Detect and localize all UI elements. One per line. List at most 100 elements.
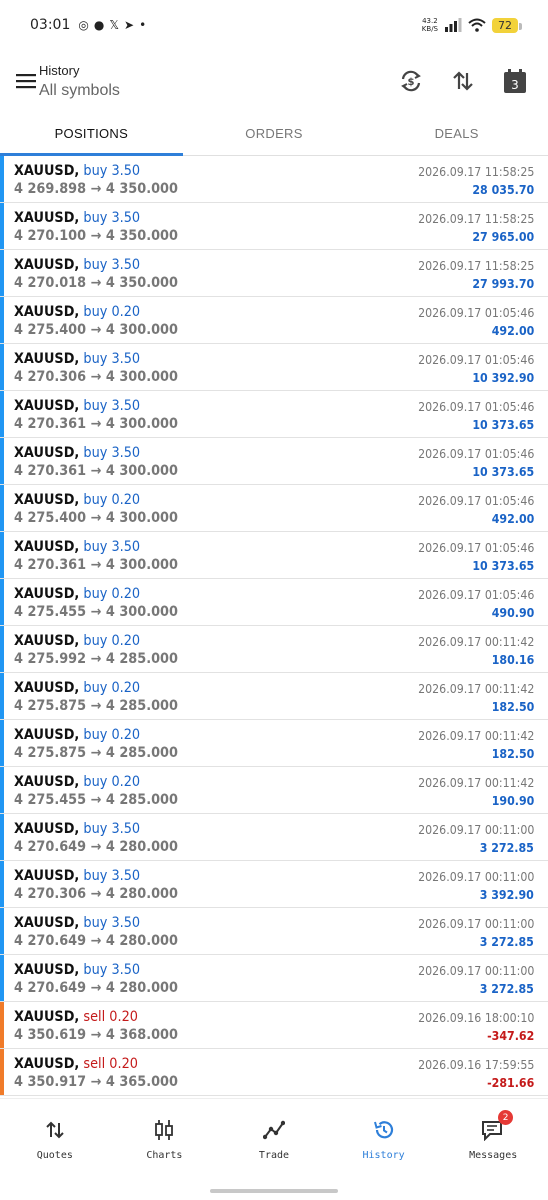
position-row[interactable]: XAUUSD, buy 0.20 4 275.455 → 4 285.000 202… — [0, 767, 548, 814]
position-row[interactable]: XAUUSD, sell 0.20 4 350.619 → 4 368.000 20… — [0, 1002, 548, 1049]
nav-trade-icon-wrap — [262, 1117, 285, 1143]
position-row[interactable]: XAUUSD, buy 0.20 4 275.400 → 4 300.000 202… — [0, 485, 548, 532]
trade-icon — [262, 1120, 285, 1140]
position-direction: buy 3.50 — [83, 539, 141, 555]
status-bar: 03:01 ◎ ● 𝕏 ➤ • 43.2 KB/S 72 — [0, 0, 548, 50]
position-row[interactable]: XAUUSD, buy 3.50 4 270.100 → 4 350.000 202… — [0, 203, 548, 250]
position-title: XAUUSD, buy 0.20 — [14, 492, 140, 508]
position-prices: 4 275.992 → 4 285.000 — [14, 651, 178, 667]
position-symbol: XAUUSD, — [14, 586, 80, 602]
position-time: 2026.09.17 01:05:46 — [417, 588, 534, 602]
direction-bar — [0, 814, 4, 860]
position-direction: buy 3.50 — [83, 868, 141, 884]
position-prices: 4 275.455 → 4 285.000 — [14, 792, 178, 808]
position-row[interactable]: XAUUSD, buy 0.20 4 275.875 → 4 285.000 202… — [0, 720, 548, 767]
direction-bar — [0, 297, 4, 343]
x-icon: 𝕏 — [109, 18, 119, 32]
position-symbol: XAUUSD, — [14, 1009, 80, 1025]
nav-charts-icon-wrap — [153, 1117, 175, 1143]
position-row[interactable]: XAUUSD, buy 3.50 4 270.361 → 4 300.000 202… — [0, 391, 548, 438]
position-row[interactable]: XAUUSD, buy 3.50 4 270.649 → 4 280.000 202… — [0, 955, 548, 1002]
position-symbol: XAUUSD, — [14, 727, 80, 743]
position-row[interactable]: XAUUSD, buy 3.50 4 269.898 → 4 350.000 202… — [0, 156, 548, 203]
direction-bar — [0, 250, 4, 296]
direction-bar — [0, 203, 4, 249]
status-time: 03:01 — [30, 17, 71, 33]
charts-icon — [155, 1120, 174, 1140]
battery-indicator: 72 — [492, 17, 522, 33]
position-direction: buy 3.50 — [83, 210, 141, 226]
position-time: 2026.09.17 01:05:46 — [417, 447, 534, 461]
position-row[interactable]: XAUUSD, buy 3.50 4 270.361 → 4 300.000 202… — [0, 532, 548, 579]
position-profit: 492.00 — [491, 512, 534, 526]
position-profit: 3 272.85 — [479, 935, 534, 949]
position-symbol: XAUUSD, — [14, 774, 80, 790]
symbol-filter[interactable]: All symbols — [39, 82, 120, 100]
position-row[interactable]: XAUUSD, buy 3.50 4 270.649 → 4 280.000 202… — [0, 814, 548, 861]
calendar-icon: 3 — [504, 69, 526, 93]
position-direction: buy 3.50 — [83, 163, 141, 179]
position-profit: 182.50 — [491, 747, 534, 761]
position-row[interactable]: XAUUSD, sell 0.20 4 350.917 → 4 365.000 20… — [0, 1049, 548, 1096]
title-block[interactable]: History All symbols — [39, 63, 120, 100]
direction-bar — [0, 908, 4, 954]
position-time: 2026.09.17 00:11:42 — [417, 729, 534, 743]
position-row[interactable]: XAUUSD, buy 0.20 4 275.992 → 4 285.000 202… — [0, 626, 548, 673]
position-time: 2026.09.17 11:58:25 — [417, 259, 534, 273]
nav-charts[interactable]: Charts — [110, 1099, 220, 1178]
position-title: XAUUSD, buy 3.50 — [14, 257, 140, 273]
app-bar: History All symbols $ 3 — [0, 50, 548, 112]
position-row[interactable]: XAUUSD, buy 3.50 4 270.018 → 4 350.000 202… — [0, 250, 548, 297]
network-speed-unit: KB/S — [421, 25, 438, 33]
position-row[interactable]: XAUUSD, buy 3.50 4 270.361 → 4 300.000 202… — [0, 438, 548, 485]
position-prices: 4 275.875 → 4 285.000 — [14, 698, 178, 714]
position-profit: 190.90 — [491, 794, 534, 808]
nav-trade[interactable]: Trade — [219, 1099, 329, 1178]
position-symbol: XAUUSD, — [14, 1056, 80, 1072]
tab-positions[interactable]: POSITIONS — [0, 112, 183, 156]
app-actions: $ 3 — [394, 64, 532, 98]
position-row[interactable]: XAUUSD, buy 3.50 4 270.649 → 4 280.000 202… — [0, 908, 548, 955]
nav-messages[interactable]: 2 Messages — [438, 1099, 548, 1178]
position-prices: 4 270.100 → 4 350.000 — [14, 228, 178, 244]
nav-history[interactable]: History — [329, 1099, 439, 1178]
position-profit: -347.62 — [486, 1029, 534, 1043]
position-prices: 4 270.018 → 4 350.000 — [14, 275, 178, 291]
position-title: XAUUSD, buy 3.50 — [14, 539, 140, 555]
nav-charts-label: Charts — [146, 1150, 183, 1161]
sort-button[interactable] — [446, 64, 480, 98]
position-direction: buy 3.50 — [83, 821, 141, 837]
calendar-button[interactable]: 3 — [498, 64, 532, 98]
currency-exchange-icon: $ — [401, 70, 421, 92]
direction-bar — [0, 767, 4, 813]
position-title: XAUUSD, buy 0.20 — [14, 774, 140, 790]
position-symbol: XAUUSD, — [14, 304, 80, 320]
position-profit: 27 965.00 — [472, 230, 534, 244]
tab-deals[interactable]: DEALS — [365, 112, 548, 155]
position-time: 2026.09.17 00:11:42 — [417, 776, 534, 790]
currency-exchange-button[interactable]: $ — [394, 64, 428, 98]
position-time: 2026.09.17 11:58:25 — [417, 165, 534, 179]
tab-orders[interactable]: ORDERS — [183, 112, 366, 155]
position-title: XAUUSD, buy 0.20 — [14, 304, 140, 320]
direction-bar — [0, 532, 4, 578]
position-symbol: XAUUSD, — [14, 821, 80, 837]
position-row[interactable]: XAUUSD, buy 3.50 4 270.306 → 4 280.000 202… — [0, 861, 548, 908]
position-prices: 4 275.400 → 4 300.000 — [14, 322, 178, 338]
position-symbol: XAUUSD, — [14, 163, 80, 179]
position-row[interactable]: XAUUSD, buy 0.20 4 275.400 → 4 300.000 202… — [0, 297, 548, 344]
position-prices: 4 270.649 → 4 280.000 — [14, 980, 178, 996]
position-profit: 3 392.90 — [479, 888, 534, 902]
positions-list[interactable]: XAUUSD, buy 3.50 4 269.898 → 4 350.000 202… — [0, 156, 548, 1098]
position-row[interactable]: XAUUSD, buy 0.20 4 275.875 → 4 285.000 202… — [0, 673, 548, 720]
position-profit: 10 373.65 — [472, 465, 534, 479]
position-title: XAUUSD, buy 3.50 — [14, 445, 140, 461]
position-symbol: XAUUSD, — [14, 492, 80, 508]
position-row[interactable]: XAUUSD, buy 3.50 4 270.306 → 4 300.000 202… — [0, 344, 548, 391]
position-row[interactable]: XAUUSD, buy 0.20 4 275.455 → 4 300.000 202… — [0, 579, 548, 626]
direction-bar — [0, 861, 4, 907]
nav-quotes[interactable]: Quotes — [0, 1099, 110, 1178]
position-time: 2026.09.17 11:58:25 — [417, 212, 534, 226]
position-prices: 4 275.875 → 4 285.000 — [14, 745, 178, 761]
position-time: 2026.09.17 01:05:46 — [417, 541, 534, 555]
